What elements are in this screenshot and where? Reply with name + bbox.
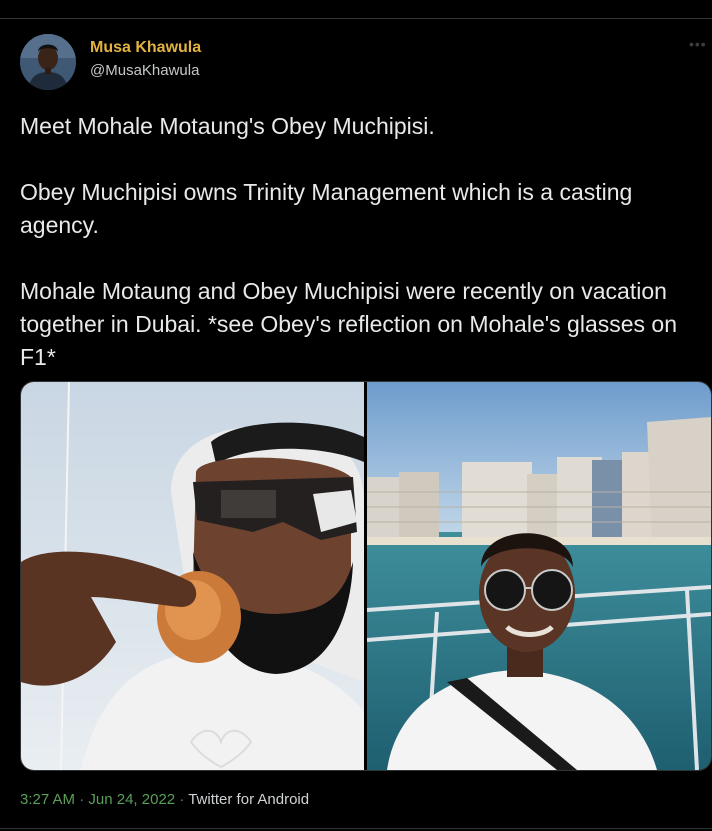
avatar-image <box>20 34 76 90</box>
tweet-time[interactable]: 3:27 AM <box>20 791 75 808</box>
tweet-source[interactable]: Twitter for Android <box>188 791 309 808</box>
bottom-divider <box>0 828 712 829</box>
tweet-meta: 3:27 AM · Jun 24, 2022 · Twitter for And… <box>20 791 309 808</box>
tweet-media[interactable] <box>20 381 712 771</box>
photo-left[interactable] <box>21 382 364 770</box>
user-handle[interactable]: @MusaKhawula <box>90 62 199 79</box>
tweet-paragraph-1: Meet Mohale Motaung's Obey Muchipisi. <box>20 113 435 139</box>
meta-separator-2: · <box>179 791 185 808</box>
photo-right-image <box>366 382 711 770</box>
tweet-date[interactable]: Jun 24, 2022 <box>88 791 175 808</box>
avatar[interactable] <box>20 34 76 90</box>
tweet-text: Meet Mohale Motaung's Obey Muchipisi. Ob… <box>20 110 692 374</box>
tweet-paragraph-3: Mohale Motaung and Obey Muchipisi were r… <box>20 278 677 370</box>
more-options-icon[interactable]: ••• <box>689 36 707 52</box>
tweet-paragraph-2: Obey Muchipisi owns Trinity Management w… <box>20 179 633 238</box>
display-name[interactable]: Musa Khawula <box>90 39 201 57</box>
meta-separator: · <box>79 791 85 808</box>
photo-right[interactable] <box>366 382 711 770</box>
top-divider <box>0 18 712 19</box>
photo-left-image <box>21 382 364 770</box>
